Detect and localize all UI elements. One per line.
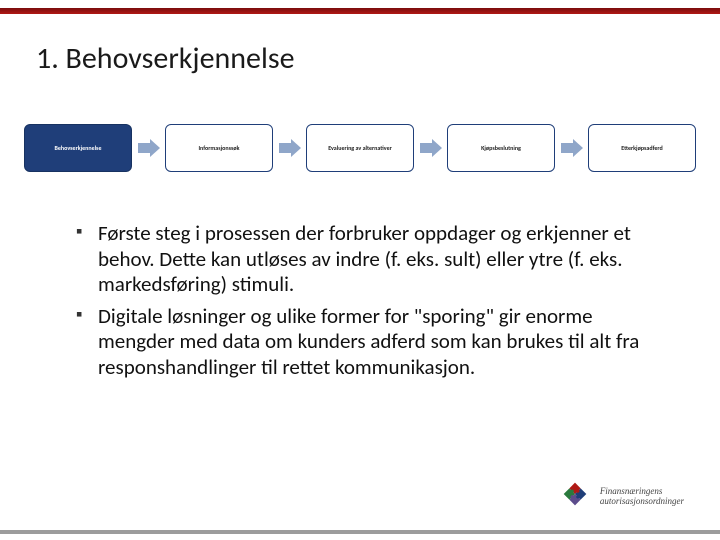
footer-logo: Finansnæringens autorisasjonsordninger: [558, 477, 684, 516]
bullet-item: Digitale løsninger og ulike former for "…: [76, 304, 670, 381]
stage-label: Kjøpsbeslutning: [481, 145, 521, 152]
stage-informasjonssok: Informasjonssøk: [165, 124, 273, 172]
stage-label: Informasjonssøk: [198, 145, 239, 152]
arrow-icon: [419, 139, 443, 157]
stage-label: Evaluering av alternativer: [328, 145, 391, 152]
process-flow: Behovserkjennelse Informasjonssøk Evalue…: [24, 120, 696, 176]
arrow-icon: [278, 139, 302, 157]
stage-kjopsbeslutning: Kjøpsbeslutning: [447, 124, 555, 172]
stage-label: Behovserkjennelse: [55, 145, 102, 152]
stage-label: Etterkjøpsadferd: [621, 145, 662, 152]
bullet-list: Første steg i prosessen der forbruker op…: [36, 221, 670, 387]
footer-org-name: Finansnæringens autorisasjonsordninger: [600, 487, 684, 506]
arrow-icon: [560, 139, 584, 157]
stage-behovserkjennelse: Behovserkjennelse: [24, 124, 132, 172]
puzzle-icon: [558, 477, 592, 516]
stage-evaluering: Evaluering av alternativer: [306, 124, 414, 172]
bullet-text: Digitale løsninger og ulike former for "…: [98, 303, 639, 380]
bullet-item: Første steg i prosessen der forbruker op…: [76, 221, 670, 298]
stage-etterkjop: Etterkjøpsadferd: [588, 124, 696, 172]
red-accent-bar: [0, 8, 720, 14]
grey-bottom-bar: [0, 530, 720, 534]
bullet-text: Første steg i prosessen der forbruker op…: [98, 220, 631, 297]
page-title: 1. Behovserkjennelse: [36, 40, 295, 77]
footer-line2: autorisasjonsordninger: [600, 497, 684, 506]
arrow-icon: [137, 139, 161, 157]
